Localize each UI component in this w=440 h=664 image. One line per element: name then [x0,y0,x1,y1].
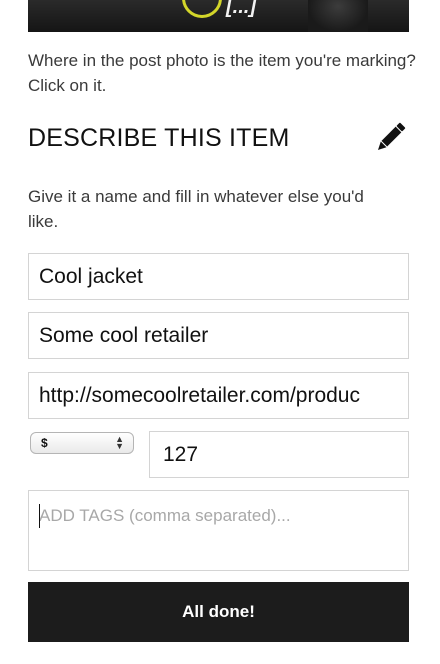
select-arrows-icon: ▲ ▼ [115,434,124,451]
photo-detail [308,0,368,32]
item-name-field[interactable] [28,253,409,300]
all-done-button[interactable]: All done! [28,582,409,642]
pencil-icon [377,122,406,151]
retailer-field[interactable] [28,312,409,359]
currency-select[interactable]: $ ▲ ▼ [30,432,134,454]
price-field[interactable] [149,431,409,478]
item-marker-ring[interactable] [182,0,222,18]
photo-ellipsis: [...] [226,0,256,18]
tags-input[interactable] [28,490,409,571]
post-photo[interactable]: [...] [28,0,409,32]
section-helper-text: Give it a name and fill in whatever else… [28,187,364,231]
section-title: DESCRIBE THIS ITEM [28,124,290,152]
currency-selected-value: $ [41,436,48,450]
text-caret [39,504,40,528]
product-url-field[interactable] [28,372,409,419]
marking-instructions: Where in the post photo is the item you'… [28,51,416,95]
